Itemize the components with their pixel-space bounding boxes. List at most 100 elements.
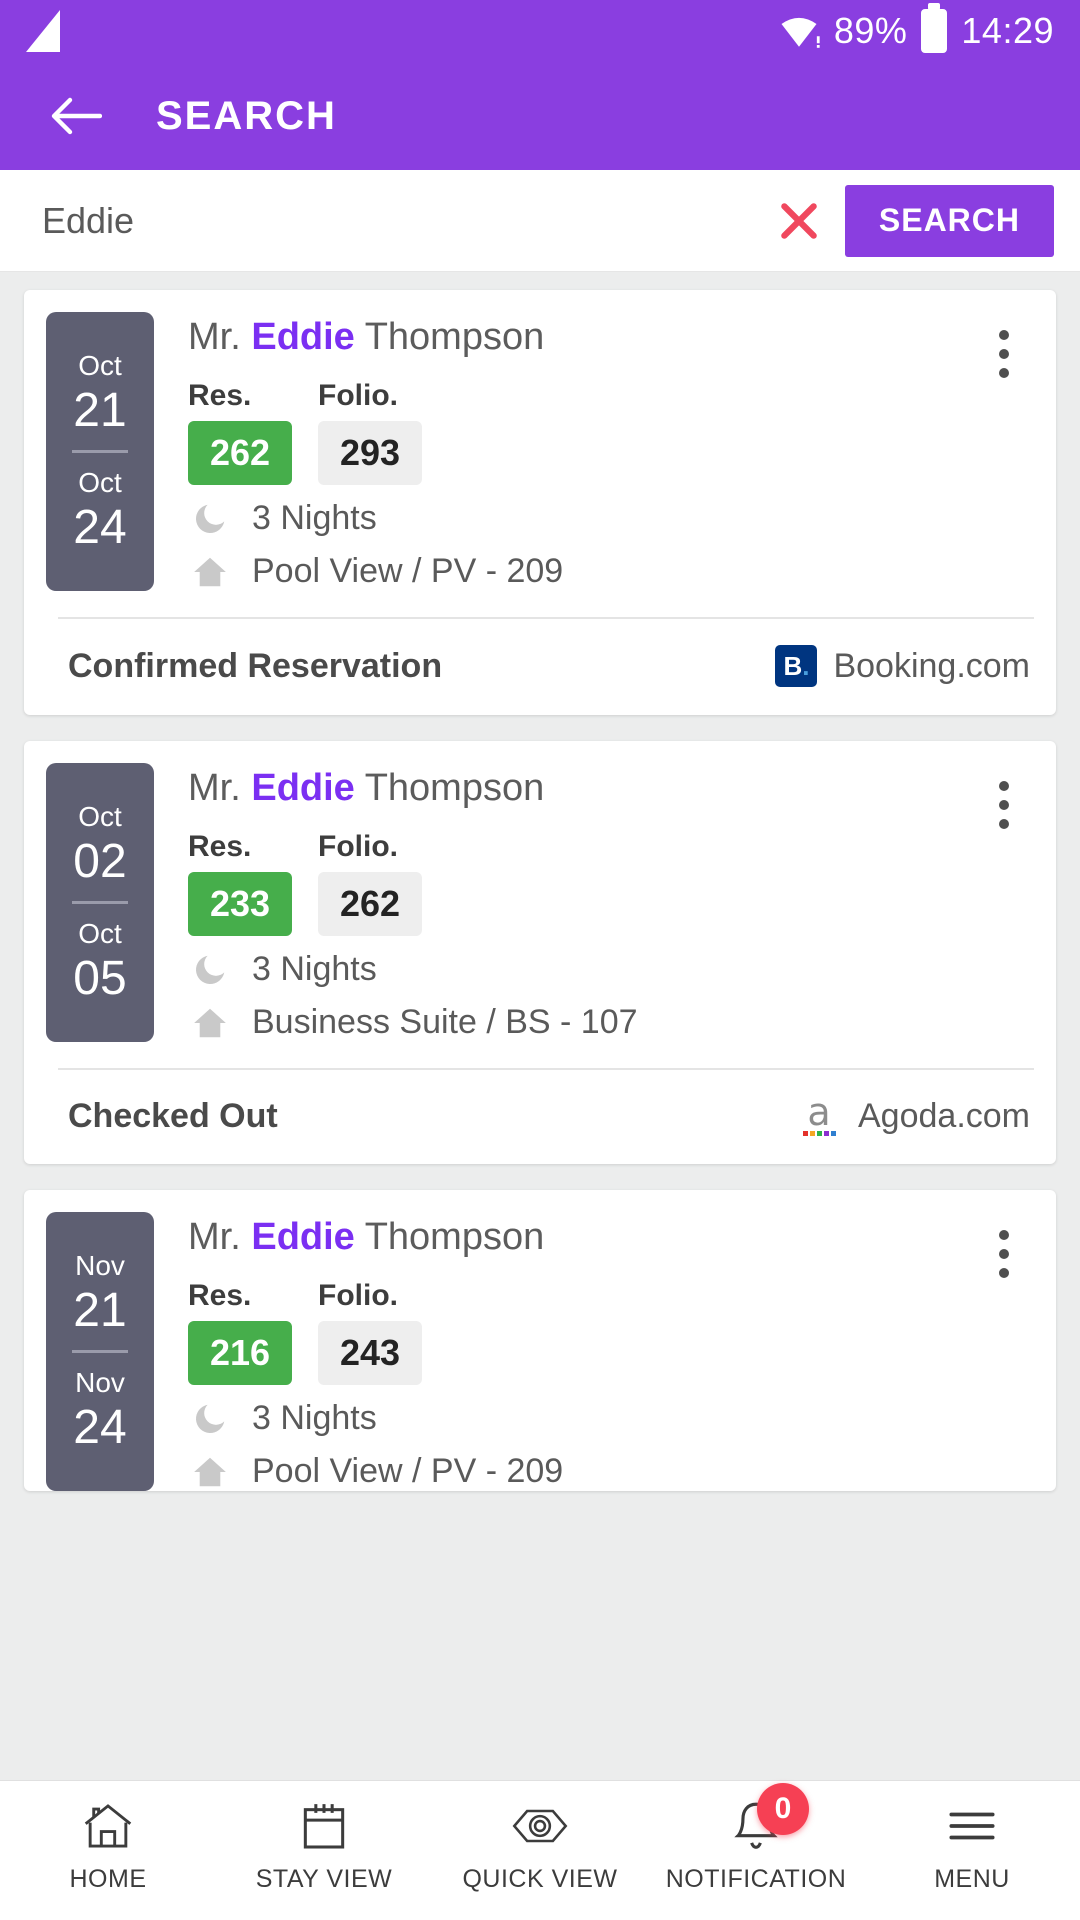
reservation-card[interactable]: Nov 21 Nov 24 Mr. Eddie Thompson Res. 21… (24, 1190, 1056, 1492)
nav-item-menu[interactable]: MENU (864, 1795, 1080, 1894)
kebab-dot (999, 800, 1009, 810)
guest-surname: Thompson (364, 316, 545, 358)
kebab-dot (999, 1230, 1009, 1241)
date-range-block: Oct 21 Oct 24 (46, 312, 154, 591)
room-row: Pool View / PV - 209 (188, 552, 1030, 591)
room-label: Pool View / PV - 209 (252, 552, 564, 590)
search-input[interactable] (42, 199, 763, 242)
more-vertical-icon[interactable] (978, 318, 1030, 390)
search-button[interactable]: SEARCH (844, 184, 1054, 257)
moon-icon (188, 1400, 232, 1438)
reservation-card[interactable]: Oct 21 Oct 24 Mr. Eddie Thompson Res. 26… (24, 290, 1056, 715)
guest-name-highlight: Eddie (251, 1216, 355, 1259)
moon-icon (188, 500, 232, 538)
card-body: Mr. Eddie Thompson Res. 262 Folio. 293 3… (154, 312, 1030, 591)
card-top: Oct 02 Oct 05 Mr. Eddie Thompson Res. 23… (24, 763, 1056, 1042)
notification-badge: 0 (757, 1783, 809, 1835)
agoda-dots (802, 1131, 836, 1137)
res-label: Res. (188, 1279, 252, 1313)
folio-column: Folio. 262 (318, 830, 422, 936)
guest-name: Mr. Eddie Thompson (188, 767, 1030, 810)
numbers-row: Res. 233 Folio. 262 (188, 830, 1030, 936)
res-number[interactable]: 233 (188, 872, 292, 936)
status-badge: Checked Out (68, 1096, 278, 1135)
date-separator (72, 901, 128, 904)
nav-label: MENU (934, 1865, 1010, 1893)
home-icon (188, 1004, 232, 1042)
bottom-navigation: HOME STAY VIEW QUICK VIEW 0 NOTIFICATION… (0, 1780, 1080, 1920)
agoda-logo: a (796, 1093, 842, 1137)
card-footer: Confirmed Reservation B. Booking.com (24, 619, 1056, 715)
res-number[interactable]: 262 (188, 421, 292, 485)
check-out-month: Oct (78, 467, 122, 498)
back-arrow-icon[interactable] (48, 88, 104, 144)
more-vertical-icon[interactable] (978, 1218, 1030, 1290)
kebab-dot (999, 330, 1009, 340)
room-row: Pool View / PV - 209 (188, 1452, 1030, 1491)
guest-title: Mr. (188, 1216, 241, 1259)
ota-name: Booking.com (833, 646, 1030, 685)
folio-column: Folio. 293 (318, 379, 422, 485)
nav-label: QUICK VIEW (462, 1865, 618, 1893)
reservation-list[interactable]: Oct 21 Oct 24 Mr. Eddie Thompson Res. 26… (0, 272, 1080, 1780)
ota-name: Agoda.com (858, 1096, 1030, 1135)
res-number[interactable]: 216 (188, 1321, 292, 1386)
nav-item-notification[interactable]: 0 NOTIFICATION (648, 1783, 864, 1894)
nav-item-stay-view[interactable]: STAY VIEW (216, 1795, 432, 1894)
check-out-month: Oct (78, 918, 122, 949)
app-bar: SEARCH (0, 62, 1080, 170)
close-x-icon[interactable] (763, 185, 835, 257)
page-title: SEARCH (156, 93, 337, 138)
signal-triangle-icon (26, 10, 60, 52)
folio-column: Folio. 243 (318, 1279, 422, 1386)
check-in-month: Oct (78, 800, 122, 832)
ota-source: B. Booking.com (775, 645, 1030, 687)
nav-item-quick-view[interactable]: QUICK VIEW (432, 1795, 648, 1894)
res-column: Res. 262 (188, 379, 292, 485)
guest-title: Mr. (188, 767, 241, 809)
folio-number[interactable]: 243 (318, 1321, 422, 1386)
kebab-dot (999, 1268, 1009, 1279)
nav-item-home[interactable]: HOME (0, 1795, 216, 1894)
status-badge: Confirmed Reservation (68, 646, 443, 685)
guest-name-highlight: Eddie (251, 316, 355, 358)
more-vertical-icon[interactable] (978, 769, 1030, 841)
folio-label: Folio. (318, 830, 398, 863)
card-top: Nov 21 Nov 24 Mr. Eddie Thompson Res. 21… (24, 1212, 1056, 1492)
reservation-card[interactable]: Oct 02 Oct 05 Mr. Eddie Thompson Res. 23… (24, 741, 1056, 1165)
kebab-dot (999, 368, 1009, 378)
kebab-dot (999, 349, 1009, 359)
app-screen: 89% 14:29 SEARCH SEARCH Oct (0, 0, 1080, 1920)
clock-label: 14:29 (961, 10, 1054, 51)
nav-label: NOTIFICATION (665, 1865, 847, 1893)
kebab-dot (999, 819, 1009, 829)
date-range-block: Oct 02 Oct 05 (46, 763, 154, 1042)
res-label: Res. (188, 830, 252, 863)
eye-icon (510, 1795, 570, 1857)
nav-label: STAY VIEW (255, 1865, 393, 1893)
numbers-row: Res. 262 Folio. 293 (188, 379, 1030, 485)
check-out-day: 24 (73, 1401, 127, 1455)
bell-icon: 0 (729, 1783, 809, 1857)
folio-number[interactable]: 293 (318, 421, 422, 485)
date-separator (72, 1350, 128, 1354)
card-body: Mr. Eddie Thompson Res. 233 Folio. 262 3… (154, 763, 1030, 1042)
status-bar-right: 89% 14:29 (778, 9, 1054, 53)
room-row: Business Suite / BS - 107 (188, 1003, 1030, 1042)
guest-name: Mr. Eddie Thompson (188, 1216, 1030, 1259)
folio-number[interactable]: 262 (318, 872, 422, 936)
res-label: Res. (188, 379, 252, 412)
card-top: Oct 21 Oct 24 Mr. Eddie Thompson Res. 26… (24, 312, 1056, 591)
card-body: Mr. Eddie Thompson Res. 216 Folio. 243 3… (154, 1212, 1030, 1491)
card-footer: Checked Out a Agoda.com (24, 1070, 1056, 1164)
check-in-day: 21 (73, 1284, 127, 1338)
check-in-day: 21 (73, 383, 127, 437)
guest-name-highlight: Eddie (251, 767, 355, 809)
room-label: Pool View / PV - 209 (252, 1452, 564, 1491)
check-out-day: 05 (73, 952, 127, 1005)
battery-icon (921, 9, 948, 53)
check-in-month: Nov (75, 1250, 125, 1282)
folio-label: Folio. (318, 379, 398, 412)
nights-label: 3 Nights (252, 950, 377, 988)
wifi-icon (781, 17, 820, 48)
